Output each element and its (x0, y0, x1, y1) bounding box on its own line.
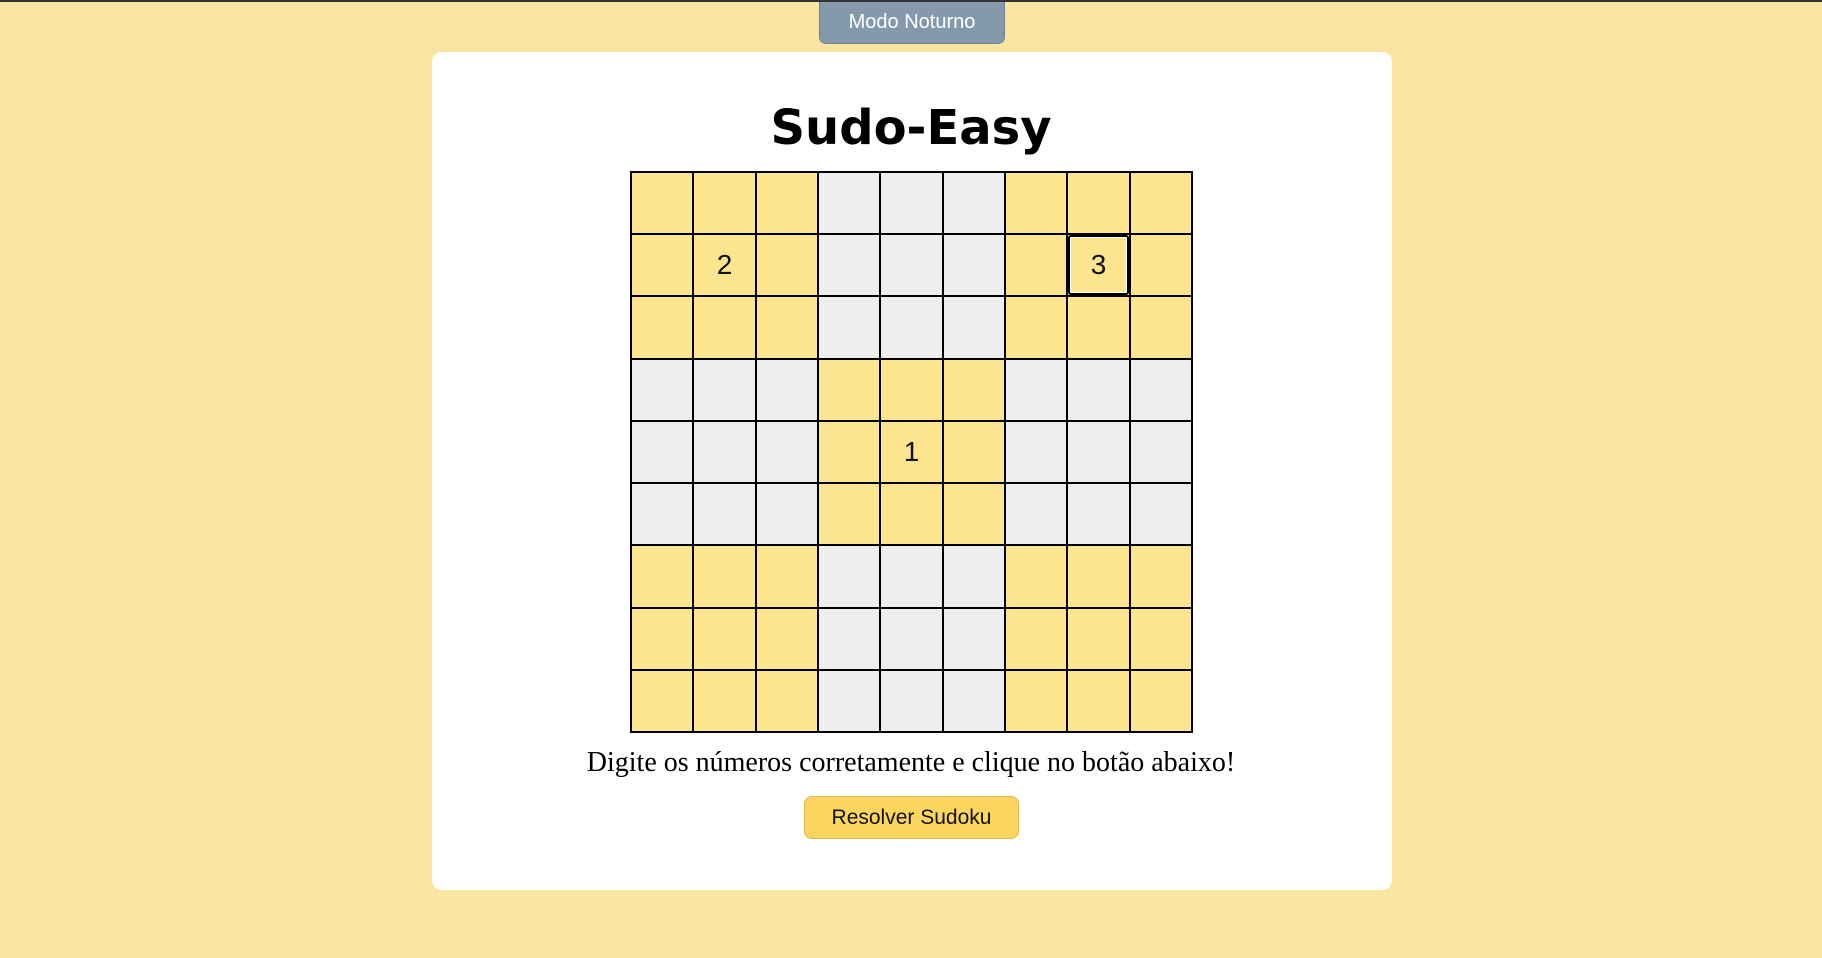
sudoku-cell-r9-c7[interactable] (1005, 670, 1069, 733)
sudoku-cell-r5-c1[interactable] (632, 421, 695, 485)
sudoku-cell-r7-c6[interactable] (943, 546, 1006, 609)
night-mode-button[interactable]: Modo Noturno (819, 2, 1005, 44)
sudoku-cell-r9-c3[interactable] (756, 670, 819, 733)
sudoku-cell-r5-c4[interactable] (818, 421, 882, 485)
solve-sudoku-button[interactable]: Resolver Sudoku (804, 796, 1019, 839)
page-title: Sudo-Easy (770, 100, 1052, 156)
sudoku-cell-r1-c9[interactable] (1130, 173, 1193, 236)
sudoku-cell-r7-c7[interactable] (1005, 546, 1069, 609)
sudoku-cell-r5-c2[interactable] (694, 421, 757, 485)
sudoku-cell-r2-c8[interactable]: 3 (1068, 235, 1131, 298)
sudoku-cell-r8-c2[interactable] (694, 608, 757, 671)
sudoku-cell-r5-c5[interactable]: 1 (881, 421, 944, 485)
sudoku-cell-r1-c3[interactable] (756, 173, 819, 236)
sudoku-cell-r2-c9[interactable] (1130, 235, 1193, 298)
sudoku-cell-r8-c5[interactable] (881, 608, 944, 671)
sudoku-cell-r7-c8[interactable] (1068, 546, 1131, 609)
sudoku-cell-r3-c4[interactable] (818, 297, 882, 360)
sudoku-cell-r1-c8[interactable] (1068, 173, 1131, 236)
sudoku-cell-r7-c2[interactable] (694, 546, 757, 609)
sudoku-cell-r6-c2[interactable] (694, 484, 757, 547)
sudoku-cell-r6-c8[interactable] (1068, 484, 1131, 547)
sudoku-cell-r3-c9[interactable] (1130, 297, 1193, 360)
sudoku-cell-r4-c1[interactable] (632, 359, 695, 422)
sudoku-cell-r8-c7[interactable] (1005, 608, 1069, 671)
sudoku-cell-r9-c8[interactable] (1068, 670, 1131, 733)
sudoku-cell-r2-c4[interactable] (818, 235, 882, 298)
sudoku-cell-r7-c4[interactable] (818, 546, 882, 609)
sudoku-cell-r1-c1[interactable] (632, 173, 695, 236)
sudoku-cell-r2-c1[interactable] (632, 235, 695, 298)
sudoku-cell-r8-c4[interactable] (818, 608, 882, 671)
sudoku-cell-r4-c4[interactable] (818, 359, 882, 422)
sudoku-cell-r1-c5[interactable] (881, 173, 944, 236)
sudoku-cell-r6-c3[interactable] (756, 484, 819, 547)
sudoku-cell-r6-c9[interactable] (1130, 484, 1193, 547)
sudoku-cell-r3-c3[interactable] (756, 297, 819, 360)
sudoku-cell-r4-c7[interactable] (1005, 359, 1069, 422)
sudoku-cell-r3-c7[interactable] (1005, 297, 1069, 360)
sudoku-cell-r2-c6[interactable] (943, 235, 1006, 298)
sudoku-cell-r3-c6[interactable] (943, 297, 1006, 360)
sudoku-cell-r6-c6[interactable] (943, 484, 1006, 547)
sudoku-cell-r1-c7[interactable] (1005, 173, 1069, 236)
sudoku-cell-r8-c1[interactable] (632, 608, 695, 671)
sudoku-cell-r5-c6[interactable] (943, 421, 1006, 485)
sudoku-grid: 2 3 1 (630, 171, 1193, 733)
sudoku-cell-r7-c5[interactable] (881, 546, 944, 609)
sudoku-cell-r2-c5[interactable] (881, 235, 944, 298)
sudoku-cell-r6-c5[interactable] (881, 484, 944, 547)
sudoku-cell-r7-c3[interactable] (756, 546, 819, 609)
sudoku-cell-r5-c9[interactable] (1130, 421, 1193, 485)
sudoku-cell-r3-c5[interactable] (881, 297, 944, 360)
sudoku-cell-r6-c7[interactable] (1005, 484, 1069, 547)
sudoku-cell-r1-c2[interactable] (694, 173, 757, 236)
sudoku-cell-r9-c2[interactable] (694, 670, 757, 733)
sudoku-cell-r8-c6[interactable] (943, 608, 1006, 671)
sudoku-cell-r4-c9[interactable] (1130, 359, 1193, 422)
sudoku-cell-r9-c9[interactable] (1130, 670, 1193, 733)
sudoku-cell-r9-c4[interactable] (818, 670, 882, 733)
instructions-text: Digite os números corretamente e clique … (586, 747, 1236, 778)
sudoku-cell-r4-c3[interactable] (756, 359, 819, 422)
sudoku-cell-r3-c2[interactable] (694, 297, 757, 360)
sudoku-cell-r9-c6[interactable] (943, 670, 1006, 733)
sudoku-cell-r4-c5[interactable] (881, 359, 944, 422)
sudoku-cell-r1-c4[interactable] (818, 173, 882, 236)
sudoku-cell-r8-c8[interactable] (1068, 608, 1131, 671)
sudoku-cell-r8-c3[interactable] (756, 608, 819, 671)
sudoku-cell-r3-c8[interactable] (1068, 297, 1131, 360)
sudoku-cell-r3-c1[interactable] (632, 297, 695, 360)
sudoku-cell-r6-c4[interactable] (818, 484, 882, 547)
sudoku-cell-r2-c3[interactable] (756, 235, 819, 298)
sudoku-cell-r4-c2[interactable] (694, 359, 757, 422)
sudoku-cell-r2-c7[interactable] (1005, 235, 1069, 298)
sudoku-cell-r5-c7[interactable] (1005, 421, 1069, 485)
sudoku-cell-r9-c1[interactable] (632, 670, 695, 733)
sudoku-cell-r5-c8[interactable] (1068, 421, 1131, 485)
sudoku-cell-r1-c6[interactable] (943, 173, 1006, 236)
sudoku-cell-r5-c3[interactable] (756, 421, 819, 485)
sudoku-cell-r2-c2[interactable]: 2 (694, 235, 757, 298)
sudoku-cell-r7-c9[interactable] (1130, 546, 1193, 609)
sudoku-cell-r4-c6[interactable] (943, 359, 1006, 422)
sudoku-cell-r9-c5[interactable] (881, 670, 944, 733)
sudoku-cell-r7-c1[interactable] (632, 546, 695, 609)
sudoku-cell-r4-c8[interactable] (1068, 359, 1131, 422)
sudoku-cell-r8-c9[interactable] (1130, 608, 1193, 671)
sudoku-cell-r6-c1[interactable] (632, 484, 695, 547)
